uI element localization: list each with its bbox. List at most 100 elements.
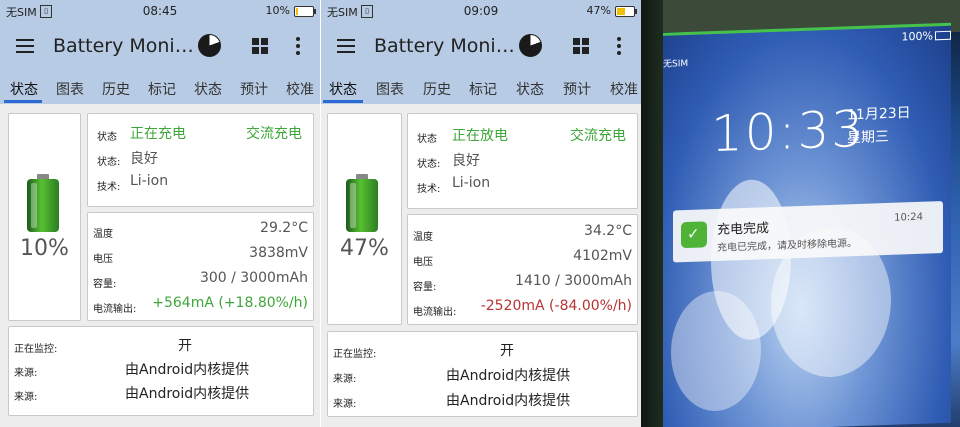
app-title: Battery Moni… [374, 35, 515, 57]
app-bar: Battery Moni… [321, 22, 641, 72]
tech-value: Li-ion [452, 175, 491, 191]
health-value: 良好 [452, 153, 480, 169]
tab-status[interactable]: 状态 [10, 79, 38, 99]
menu-icon[interactable] [337, 39, 355, 53]
charge-status: 正在放电 [452, 128, 508, 144]
tab-estimate[interactable]: 预计 [563, 79, 591, 99]
app-title: Battery Moni… [53, 35, 194, 57]
charge-complete-notification[interactable]: 充电完成 充电已完成，请及时移除电源。 10:24 [673, 201, 943, 263]
lockscreen-weekday: 星期三 [847, 128, 889, 147]
battery-percent: 10% [20, 236, 69, 261]
notification-title: 充电完成 [717, 221, 770, 238]
lockscreen-date: 11月23日 [847, 105, 911, 124]
status-label: 状态 [417, 134, 437, 145]
battery-charging-icon [27, 174, 59, 232]
grid-icon[interactable] [573, 38, 589, 54]
tab-status-2[interactable]: 状态 [516, 79, 544, 99]
lockscreen-clock: 10:33 [711, 99, 866, 164]
source-label-1: 来源: [14, 368, 38, 379]
frosted-tree [671, 289, 761, 413]
status-bar: 无SIM ▯ 09:09 47% [321, 0, 641, 22]
temperature-value: 34.2°C [584, 223, 632, 239]
battery-percent-label: 100% [901, 29, 933, 44]
source-label-2: 来源: [14, 392, 38, 403]
battery-level-card: 47% [327, 113, 402, 325]
battery-percent-label: 47% [586, 4, 611, 17]
temperature-label: 温度 [413, 232, 433, 243]
health-label: 状态: [97, 157, 121, 168]
tab-history[interactable]: 历史 [102, 79, 130, 99]
metrics-card: 温度 34.2°C 电压 4102mV 容量: 1410 / 3000mAh 电… [407, 214, 638, 325]
tab-marks[interactable]: 标记 [469, 79, 497, 99]
source-value-1: 由Android内核提供 [125, 362, 250, 378]
tab-calibrate[interactable]: 校准 [286, 79, 314, 99]
tech-label: 技术: [97, 182, 121, 193]
battery-percent: 47% [340, 236, 389, 261]
capacity-label: 容量: [413, 282, 437, 293]
active-tab-indicator [323, 100, 363, 103]
pie-chart-icon[interactable] [198, 34, 221, 57]
carrier-label: 无SIM [663, 58, 689, 70]
battery-monitor-screen-2: 无SIM ▯ 09:09 47% Battery Moni… 状态 图表 历史 … [321, 0, 641, 427]
battery-icon [935, 30, 951, 41]
tech-value: Li-ion [130, 173, 169, 189]
monitoring-value: 开 [500, 343, 514, 359]
tab-bar: 状态 图表 历史 标记 状态 预计 校准 [321, 72, 641, 104]
source-value-2: 由Android内核提供 [446, 393, 571, 409]
status-card: 状态 正在充电 交流充电 状态: 良好 技术: Li-ion [87, 113, 314, 207]
voltage-label: 电压 [413, 257, 433, 268]
capacity-label: 容量: [93, 279, 117, 290]
tab-estimate[interactable]: 预计 [240, 79, 268, 99]
menu-icon[interactable] [16, 39, 34, 53]
current-label: 电流输出: [413, 307, 457, 318]
battery-percent-label: 10% [265, 4, 290, 17]
monitoring-label: 正在监控: [14, 344, 58, 355]
health-value: 良好 [130, 151, 158, 167]
source-value-2: 由Android内核提供 [125, 386, 250, 402]
tab-bar: 状态 图表 历史 标记 状态 预计 校准 [0, 72, 320, 104]
source-label-2: 来源: [333, 399, 357, 410]
lockscreen-photo: 无SIM 100% 10:33 11月23日 星期三 充电完成 充电已完成，请及… [641, 0, 960, 427]
metrics-card: 温度 29.2°C 电压 3838mV 容量: 300 / 3000mAh 电流… [87, 212, 314, 321]
battery-icon [294, 6, 316, 17]
health-label: 状态: [417, 159, 441, 170]
more-options-icon[interactable] [617, 37, 621, 58]
tab-status-2[interactable]: 状态 [194, 79, 222, 99]
source-label-1: 来源: [333, 374, 357, 385]
monitoring-card: 正在监控: 开 来源: 由Android内核提供 来源: 由Android内核提… [327, 331, 638, 417]
active-tab-indicator [4, 100, 42, 103]
tech-label: 技术: [417, 184, 441, 195]
tab-history[interactable]: 历史 [423, 79, 451, 99]
tab-marks[interactable]: 标记 [148, 79, 176, 99]
more-options-icon[interactable] [296, 37, 300, 58]
source-value-1: 由Android内核提供 [446, 368, 571, 384]
tab-calibrate[interactable]: 校准 [610, 79, 638, 99]
monitoring-card: 正在监控: 开 来源: 由Android内核提供 来源: 由Android内核提… [8, 326, 314, 416]
lockscreen: 无SIM 100% 10:33 11月23日 星期三 充电完成 充电已完成，请及… [651, 22, 951, 427]
monitoring-label: 正在监控: [333, 349, 377, 360]
battery-charging-icon [346, 174, 378, 232]
capacity-value: 1410 / 3000mAh [515, 273, 632, 289]
temperature-value: 29.2°C [260, 220, 308, 236]
app-bar: Battery Moni… [0, 22, 320, 72]
battery-monitor-screen-1: 无SIM ▯ 08:45 10% Battery Moni… 状态 图表 历史 … [0, 0, 320, 427]
status-bar: 无SIM ▯ 08:45 10% [0, 0, 320, 22]
status-card: 状态 正在放电 交流充电 状态: 良好 技术: Li-ion [407, 113, 638, 209]
tab-chart[interactable]: 图表 [56, 79, 84, 99]
charge-status: 正在充电 [130, 126, 186, 142]
voltage-value: 3838mV [249, 245, 308, 261]
status-label: 状态 [97, 132, 117, 143]
notification-time: 10:24 [894, 211, 923, 224]
voltage-label: 电压 [93, 254, 113, 265]
phone-frame [641, 0, 663, 427]
grid-icon[interactable] [252, 38, 268, 54]
current-value: +564mA (+18.80%/h) [152, 295, 308, 311]
monitoring-value: 开 [178, 338, 192, 354]
battery-level-card: 10% [8, 113, 81, 321]
voltage-value: 4102mV [573, 248, 632, 264]
temperature-label: 温度 [93, 229, 113, 240]
current-value: -2520mA (-84.00%/h) [480, 298, 632, 314]
pie-chart-icon[interactable] [519, 34, 542, 57]
tab-status[interactable]: 状态 [329, 79, 357, 99]
tab-chart[interactable]: 图表 [376, 79, 404, 99]
